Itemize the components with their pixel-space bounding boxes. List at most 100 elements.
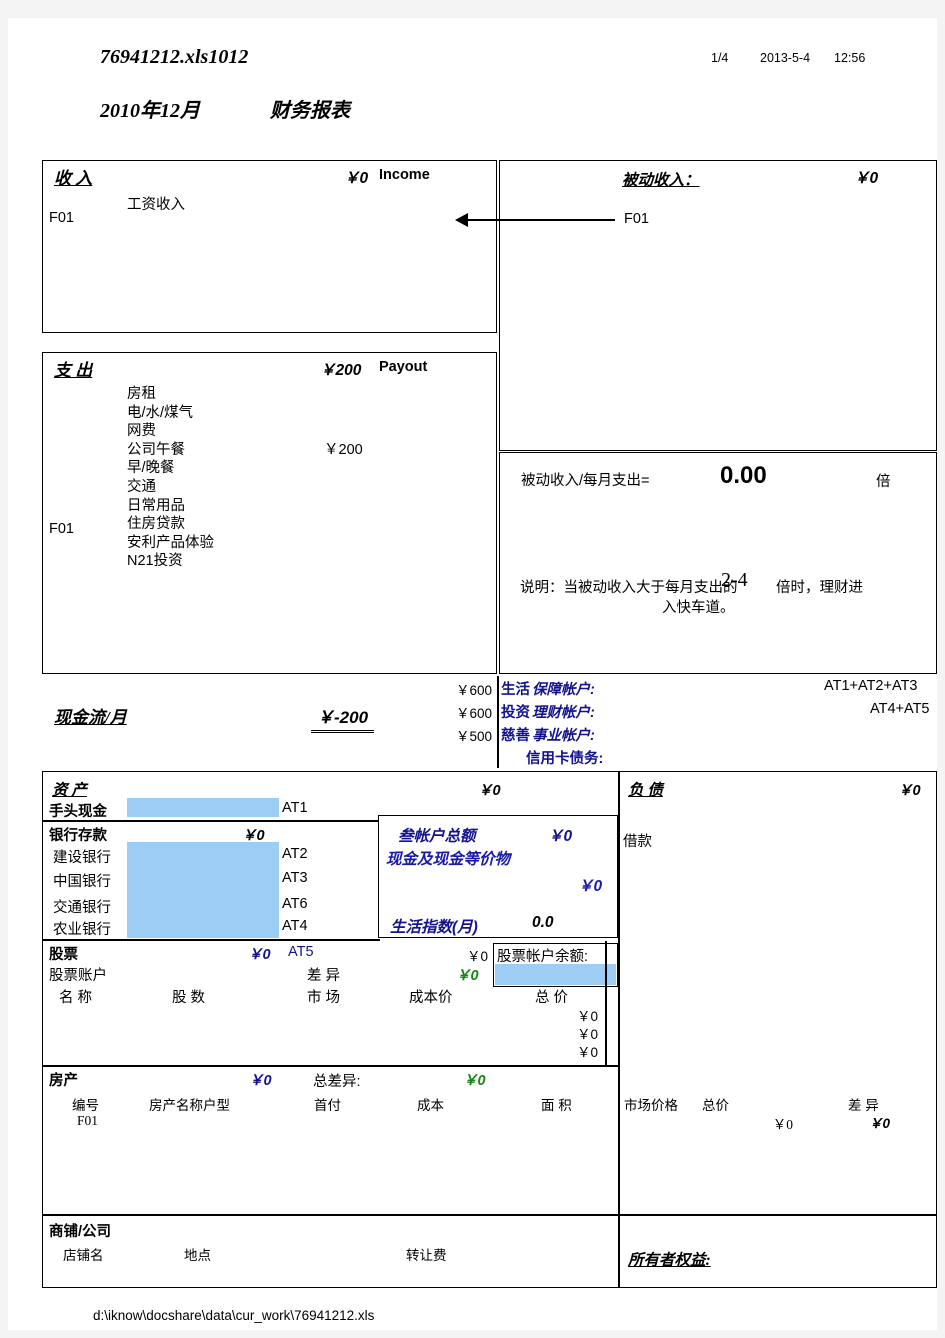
stocks-row-total: ￥0 <box>576 1009 598 1024</box>
stocks-title: 股票 <box>49 947 78 963</box>
property-col-header: 房产名称户型 <box>149 1098 230 1113</box>
income-code: F01 <box>49 210 74 226</box>
header-date: 2013-5-4 <box>760 51 811 65</box>
accounts-divider <box>497 676 499 768</box>
stocks-diff-value: ￥0 <box>456 968 479 984</box>
summary-total-label: 叁帐户总额 <box>398 828 476 845</box>
account-name-bold: 投资 <box>501 705 530 721</box>
stocks-col-header: 总 价 <box>535 990 569 1006</box>
summary-cash-equiv-label: 现金及现金等价物 <box>386 851 511 868</box>
account-name-bold: 慈善 <box>501 728 530 744</box>
payout-item: 公司午餐 <box>127 441 185 458</box>
bank-code: AT2 <box>282 846 308 862</box>
property-col-header: 首付 <box>314 1098 341 1113</box>
stocks-diff-small: ￥0 <box>466 949 488 964</box>
account-amount: ￥500 <box>455 729 492 744</box>
property-title: 房产 <box>49 1073 78 1089</box>
property-col-header: 成本 <box>417 1098 444 1113</box>
ratio-unit: 倍 <box>876 474 891 490</box>
assets-liabilities-divider <box>618 771 620 1288</box>
payout-item: 电/水/煤气 <box>127 404 194 421</box>
ratio-value: 0.00 <box>720 462 767 489</box>
credit-card-label: 信用卡债务: <box>526 751 604 767</box>
summary-life-index-label: 生活指数(月) <box>390 919 478 936</box>
account-code: AT1+AT2+AT3 <box>824 678 918 694</box>
stocks-diff-label: 差 异 <box>307 968 341 984</box>
passive-income-code: F01 <box>624 211 649 227</box>
payout-label-en: Payout <box>379 359 428 375</box>
ratio-note-value: 2-4 <box>721 569 748 591</box>
stocks-right-rule <box>605 941 607 1065</box>
ratio-note-prefix: 说明：当被动收入大于每月支出的 <box>520 580 738 596</box>
stocks-code: AT5 <box>288 944 314 960</box>
payout-item: N21投资 <box>127 553 183 570</box>
shop-col-header: 店铺名 <box>63 1248 104 1263</box>
document-page: 76941212.xls1012 1/4 2013-5-4 12:56 2010… <box>8 18 937 1330</box>
header-doc-title: 财务报表 <box>270 100 350 122</box>
account-code: AT4+AT5 <box>870 701 930 717</box>
bank-deposit-label: 银行存款 <box>49 828 107 844</box>
payout-item: 早/晚餐 <box>127 460 175 477</box>
shop-col-header: 地点 <box>184 1248 211 1263</box>
stocks-account-label: 股票账户 <box>49 968 107 984</box>
payout-item: 安利产品体验 <box>127 534 214 551</box>
income-panel <box>42 160 497 333</box>
income-item-name: 工资收入 <box>127 197 185 213</box>
summary-life-index-value: 0.0 <box>532 914 554 931</box>
bank-code: AT3 <box>282 870 308 886</box>
cash-on-hand-input[interactable] <box>127 798 279 817</box>
payout-amount: ￥200 <box>320 362 362 379</box>
stocks-col-header: 成本价 <box>409 990 453 1006</box>
cashflow-value: ￥-200 <box>311 703 375 733</box>
income-label-en: Income <box>379 167 430 183</box>
bank-values-input[interactable] <box>127 842 279 938</box>
payout-panel <box>42 352 497 674</box>
payout-item: 房租 <box>127 386 156 402</box>
payout-title: 支 出 <box>54 361 93 380</box>
header-filename: 76941212.xls1012 <box>100 46 249 68</box>
property-col-header: 差 异 <box>848 1098 879 1113</box>
stocks-col-header: 市 场 <box>307 990 341 1006</box>
shop-title: 商铺/公司 <box>49 1224 112 1240</box>
stock-balance-input[interactable] <box>495 964 616 985</box>
bank-code: AT4 <box>282 918 308 934</box>
property-row-total: ￥0 <box>772 1117 793 1132</box>
summary-total-value: ￥0 <box>548 828 573 845</box>
payout-item: 日常用品 <box>127 497 185 514</box>
account-name-italic: 事业帐户: <box>532 728 595 744</box>
stocks-top-rule <box>42 939 380 941</box>
passive-income-amount: ￥0 <box>854 170 879 187</box>
liabilities-title: 负 债 <box>628 782 663 799</box>
property-col-header: 总价 <box>702 1098 729 1113</box>
footer-path: d:\iknow\docshare\data\cur_work\76941212… <box>93 1308 375 1323</box>
payout-item: 交通 <box>127 478 156 495</box>
property-total-diff-value: ￥0 <box>463 1073 486 1089</box>
income-amount: ￥0 <box>344 170 369 187</box>
payout-item: 网费 <box>127 423 156 440</box>
payout-code: F01 <box>49 521 74 537</box>
property-col-header: 市场价格 <box>624 1098 678 1113</box>
account-amount: ￥600 <box>455 683 492 698</box>
income-title: 收 入 <box>54 169 93 188</box>
bank-name: 中国银行 <box>53 874 111 890</box>
property-row-id: F01 <box>77 1113 99 1128</box>
bank-name: 建设银行 <box>53 850 111 866</box>
stocks-col-header: 名 称 <box>59 990 93 1006</box>
summary-cash-equiv-value: ￥0 <box>578 878 603 895</box>
payout-item-list: 房租 电/水/煤气 网费 公司午餐 早/晚餐 交通 日常用品 住房贷款 安利产品… <box>127 382 214 570</box>
bank-name: 农业银行 <box>53 922 111 938</box>
account-name-italic: 理财帐户: <box>532 705 595 721</box>
shop-col-header: 转让费 <box>406 1248 447 1263</box>
cash-on-hand-label: 手头现金 <box>49 804 107 820</box>
bank-name: 交通银行 <box>53 900 111 916</box>
property-row-diff: ￥0 <box>868 1116 890 1131</box>
stocks-amount: ￥0 <box>248 947 271 963</box>
bank-code: AT6 <box>282 896 308 912</box>
account-name-italic: 保障帐户: <box>532 682 595 698</box>
owner-equity-label: 所有者权益: <box>628 1252 711 1269</box>
account-amount: ￥600 <box>455 706 492 721</box>
assets-title: 资 产 <box>52 782 87 799</box>
property-total-diff-label: 总差异: <box>313 1074 361 1090</box>
liabilities-amount: ￥0 <box>898 783 921 799</box>
stocks-row-total: ￥0 <box>576 1045 598 1060</box>
